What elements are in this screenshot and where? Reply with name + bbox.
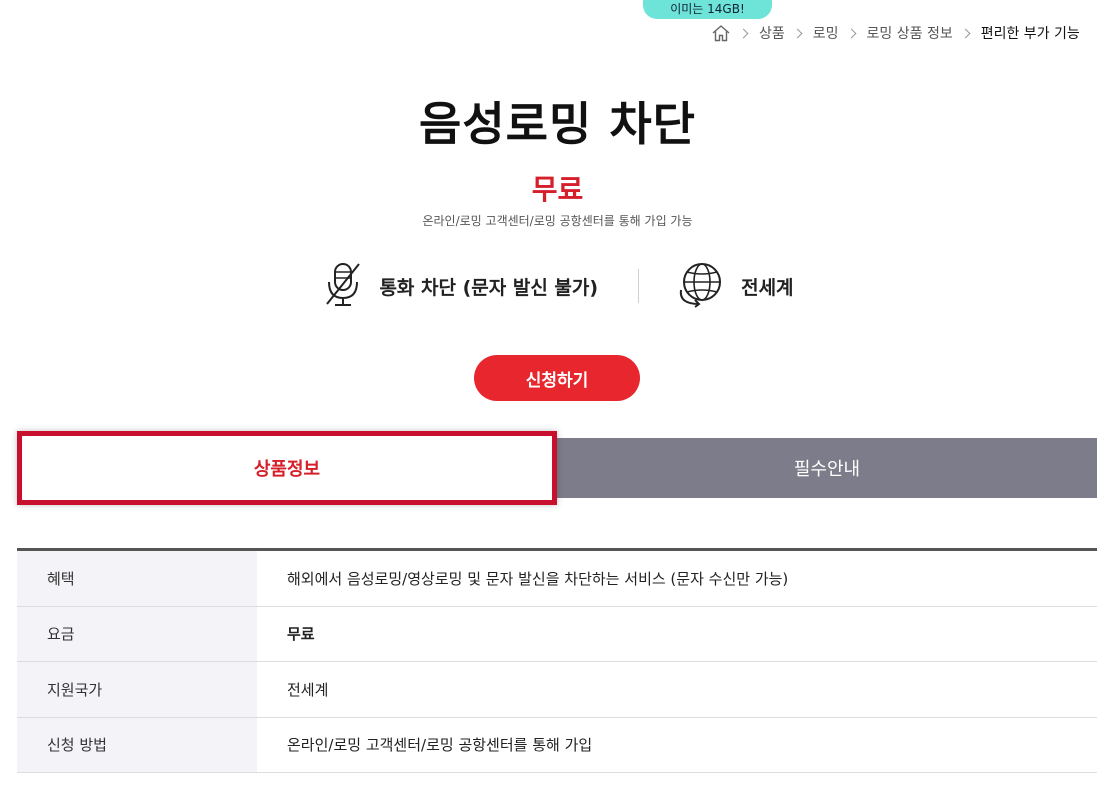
home-icon[interactable] (711, 24, 731, 42)
table-row: 신청 방법 온라인/로밍 고객센터/로밍 공항센터를 통해 가입 (17, 717, 1097, 773)
feature-call-block: 통화 차단 (문자 발신 불가) (321, 260, 598, 312)
table-value-cell: 온라인/로밍 고객센터/로밍 공항센터를 통해 가입 (287, 736, 593, 755)
table-header-cell: 혜택 (17, 551, 257, 606)
promo-tooltip-text: 이미는 14GB! (670, 2, 745, 16)
table-row: 요금 무료 (17, 606, 1097, 662)
product-price: 무료 (531, 173, 584, 206)
chevron-right-icon (792, 28, 803, 38)
table-value-cell: 전세계 (287, 680, 329, 699)
product-info-table: 혜택 해외에서 음성로밍/영상로밍 및 문자 발신을 차단하는 서비스 (문자 … (17, 548, 1097, 773)
table-value-cell: 해외에서 음성로밍/영상로밍 및 문자 발신을 차단하는 서비스 (문자 수신만… (287, 569, 789, 588)
chevron-right-icon (738, 28, 749, 38)
page-title: 음성로밍 차단 (419, 97, 696, 151)
breadcrumb-item-current: 편리한 부가 기능 (980, 26, 1080, 42)
breadcrumb-item-roaming[interactable]: 로밍 (813, 23, 839, 43)
chevron-right-icon (960, 28, 971, 38)
feature-label-call-block: 통화 차단 (문자 발신 불가) (379, 276, 599, 299)
promo-tooltip[interactable]: 이미는 14GB! (643, 0, 772, 19)
table-row: 혜택 해외에서 음성로밍/영상로밍 및 문자 발신을 차단하는 서비스 (문자 … (17, 551, 1097, 607)
table-header-cell: 지원국가 (17, 662, 257, 717)
tab-required-notice[interactable]: 필수안내 (557, 438, 1097, 498)
breadcrumb-item-products[interactable]: 상품 (759, 23, 785, 43)
table-row: 지원국가 전세계 (17, 662, 1097, 718)
breadcrumb-item-roaming-info[interactable]: 로밍 상품 정보 (867, 23, 953, 43)
table-header-cell: 신청 방법 (17, 717, 257, 772)
table-value-cell: 무료 (287, 625, 315, 644)
feature-worldwide: 전세계 (677, 260, 794, 312)
muted-mic-icon (321, 260, 365, 312)
feature-label-worldwide: 전세계 (741, 276, 794, 299)
feature-list: 통화 차단 (문자 발신 불가) 전세계 (0, 256, 1115, 316)
tab-product-info[interactable]: 상품정보 (17, 438, 557, 498)
breadcrumb: 상품 로밍 로밍 상품 정보 편리한 부가 기능 (711, 22, 1080, 44)
product-tabs: 상품정보 필수안내 (17, 438, 1097, 498)
feature-divider (638, 269, 640, 303)
table-header-cell: 요금 (17, 606, 257, 661)
page: 이미는 14GB! 상품 로밍 로밍 상품 정보 편리한 부가 기능 음성로밍 … (0, 0, 1119, 797)
chevron-right-icon (846, 28, 856, 38)
globe-icon (677, 260, 727, 312)
apply-button[interactable]: 신청하기 (474, 355, 640, 401)
signup-note: 온라인/로밍 고객센터/로밍 공항센터를 통해 가입 가능 (422, 214, 693, 228)
